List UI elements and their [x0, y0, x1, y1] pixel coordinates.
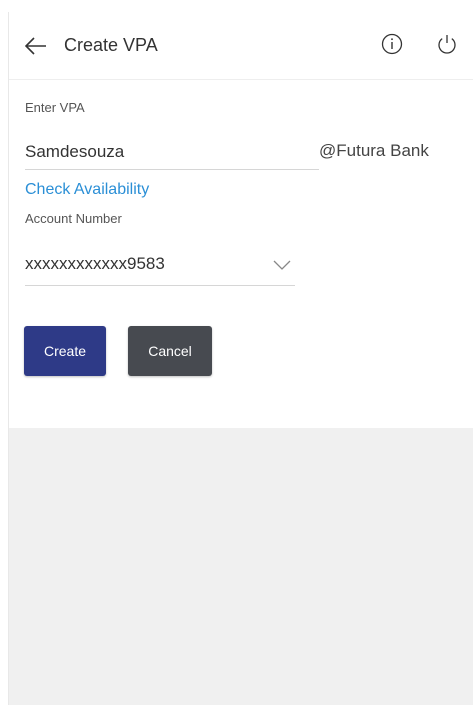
vpa-label: Enter VPA	[25, 100, 85, 115]
cancel-button[interactable]: Cancel	[128, 326, 212, 376]
vpa-suffix: @Futura Bank	[319, 141, 429, 160]
check-availability-link[interactable]: Check Availability	[25, 181, 149, 199]
account-number-label: Account Number	[25, 211, 122, 226]
page: Create VPA Enter VPA @Futura Bank Check …	[0, 0, 473, 705]
page-title: Create VPA	[64, 35, 158, 55]
vpa-input[interactable]	[25, 134, 319, 170]
header-bar: Create VPA	[9, 12, 473, 80]
form-area: Enter VPA @Futura Bank Check Availabilit…	[9, 80, 473, 428]
power-icon[interactable]	[436, 33, 458, 55]
create-button[interactable]: Create	[24, 326, 106, 376]
left-gutter	[0, 0, 8, 705]
account-number-value: xxxxxxxxxxxx9583	[25, 254, 165, 273]
info-icon[interactable]	[381, 33, 403, 55]
app-panel: Create VPA Enter VPA @Futura Bank Check …	[8, 12, 473, 705]
account-number-select[interactable]: xxxxxxxxxxxx9583	[25, 244, 295, 286]
arrow-left-icon[interactable]	[24, 36, 47, 56]
chevron-down-icon	[273, 258, 291, 270]
